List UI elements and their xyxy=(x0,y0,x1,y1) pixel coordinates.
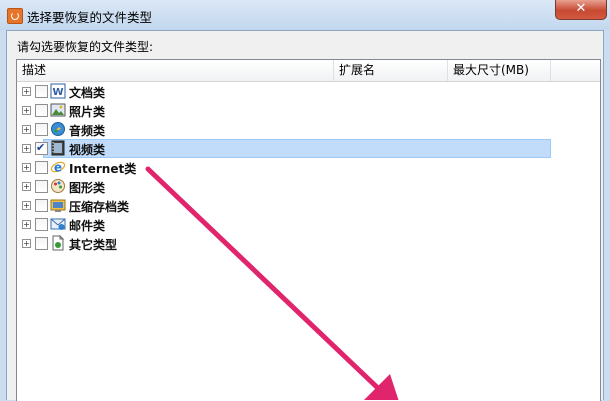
annotation-arrow xyxy=(145,166,399,400)
